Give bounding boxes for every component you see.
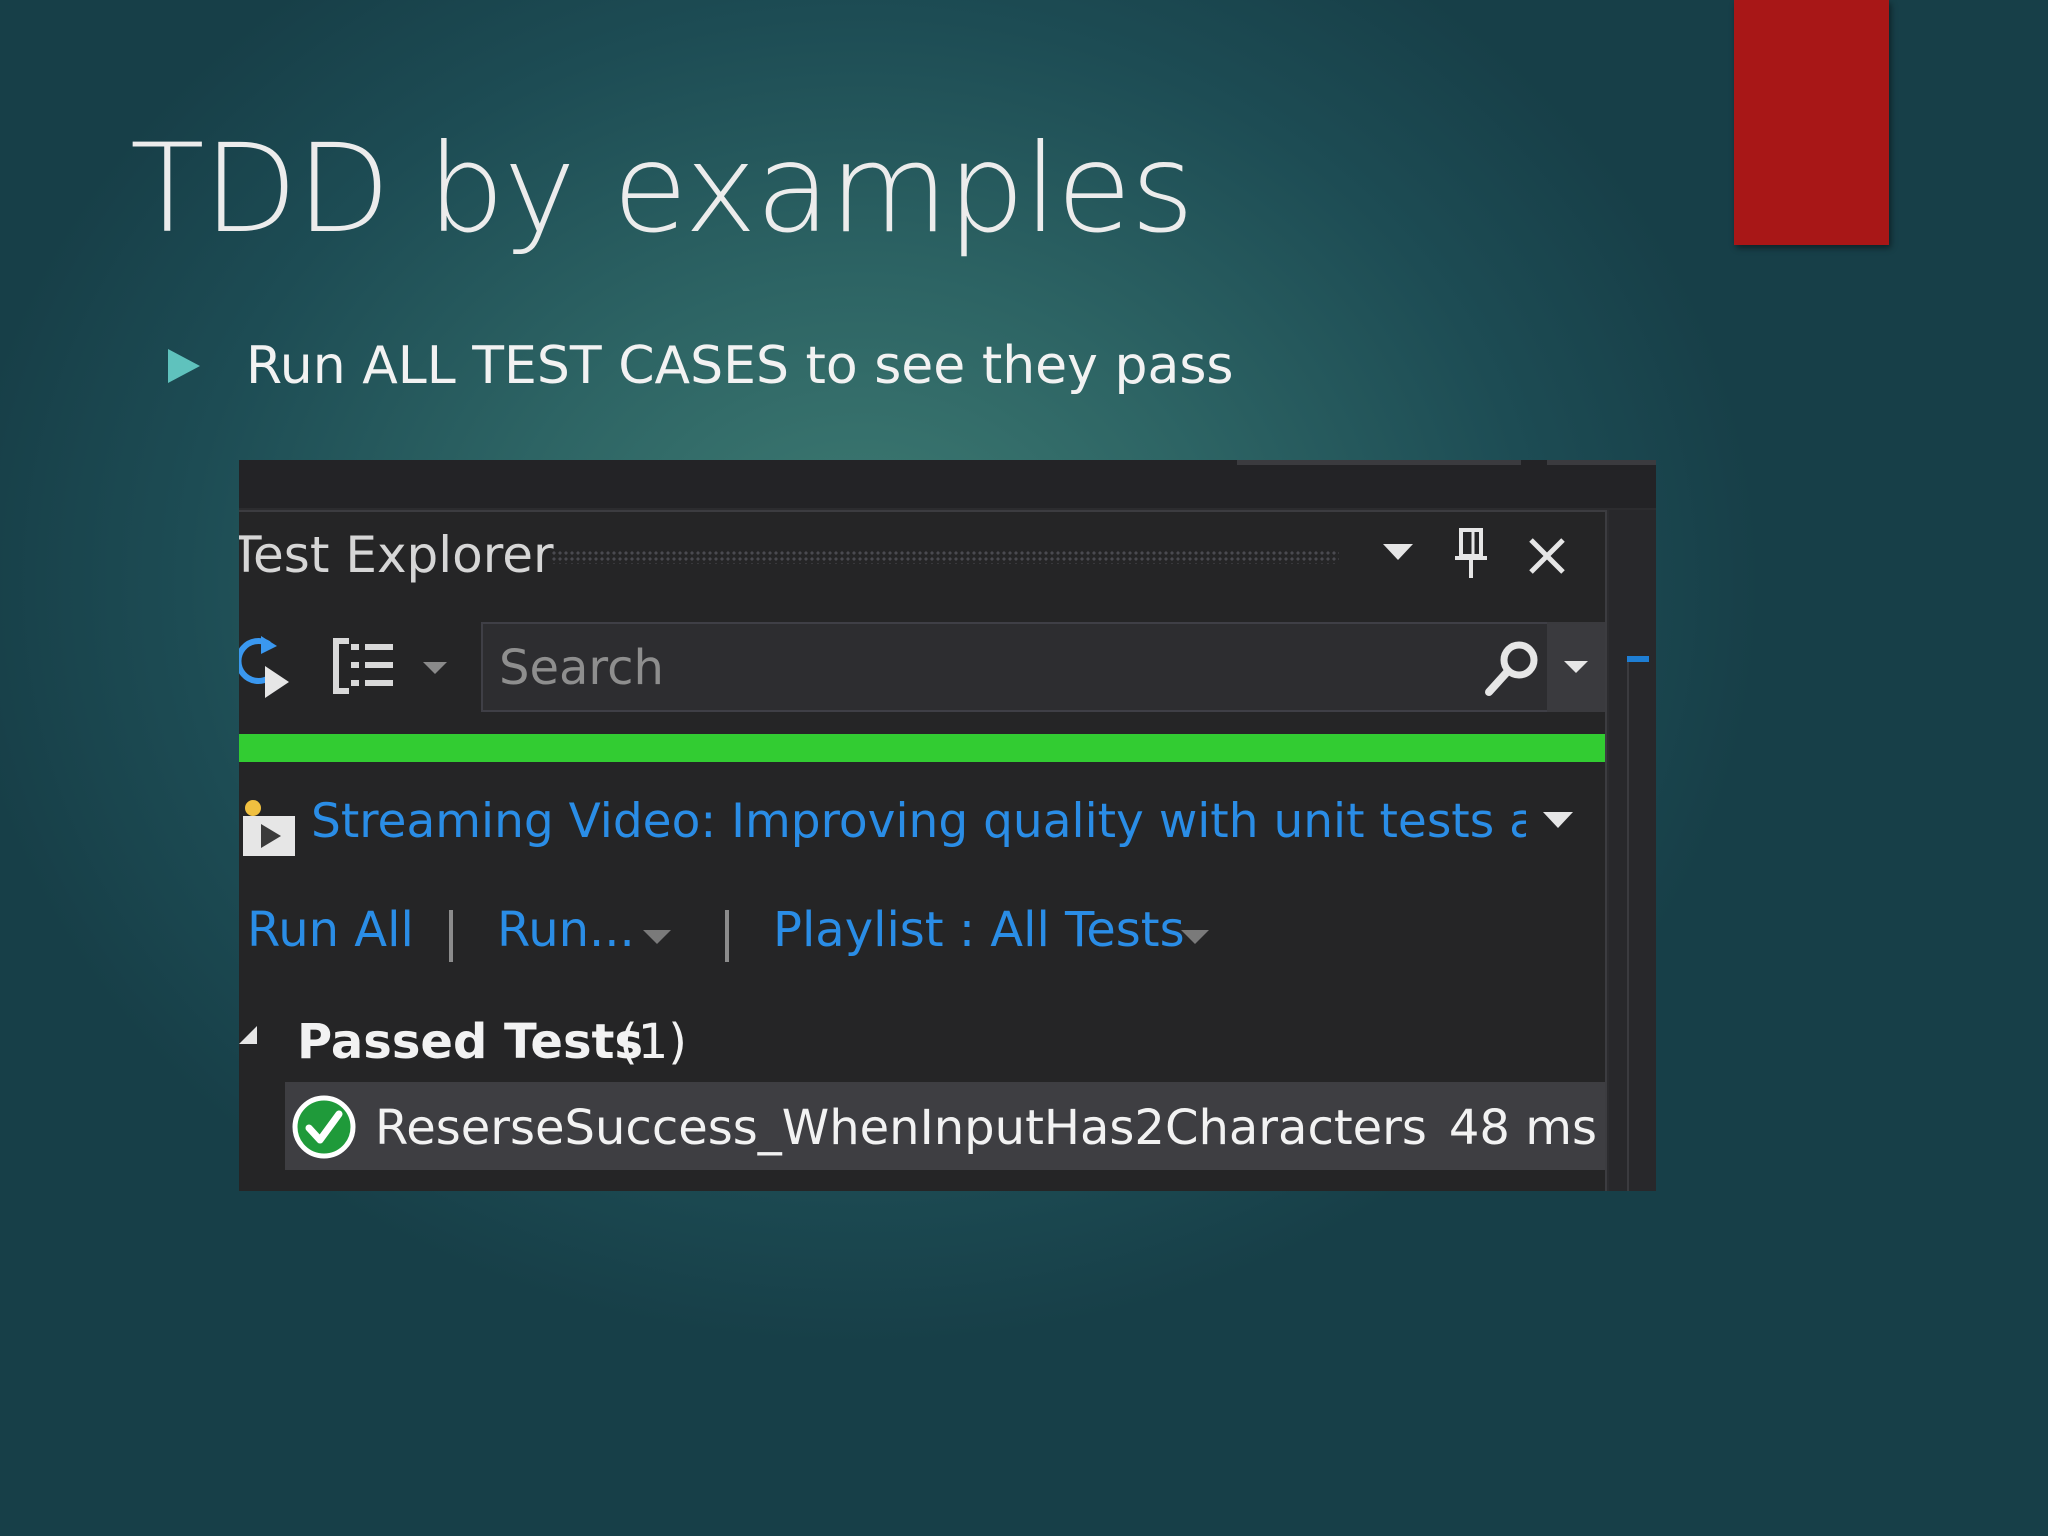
panel-title: Test Explorer [239, 526, 554, 584]
pin-icon[interactable] [1453, 528, 1489, 580]
video-icon [243, 800, 295, 856]
search-options-dropdown[interactable] [1547, 622, 1605, 712]
panel-titlebar: Test Explorer [239, 512, 1605, 592]
run-all-button[interactable]: Run All [247, 902, 414, 958]
chevron-down-icon[interactable] [1541, 810, 1575, 830]
group-by-icon[interactable] [329, 634, 399, 698]
video-link[interactable]: Streaming Video: Improving quality with … [311, 794, 1526, 849]
command-row: Run All Run... Playlist : All Tests [239, 890, 1605, 970]
bullet-text: Run ALL TEST CASES to see they pass [246, 336, 1234, 396]
test-name: ReserseSuccess_WhenInputHas2Characters [375, 1100, 1427, 1156]
panel-toolbar [239, 622, 1605, 718]
expander-icon[interactable] [239, 1026, 257, 1044]
run-progress-fill [239, 734, 1605, 762]
bullet-item: Run ALL TEST CASES to see they pass [168, 336, 1234, 396]
accent-bar [1734, 0, 1889, 245]
slide-title: TDD by examples [130, 118, 1194, 260]
side-strip [1609, 510, 1656, 1191]
search-box [481, 622, 1563, 712]
chevron-down-icon[interactable] [643, 930, 671, 944]
group-count: (1) [619, 1014, 687, 1070]
test-explorer-screenshot: Test Explorer Search Streaming Video: Im… [239, 460, 1656, 1191]
run-button[interactable]: Run... [497, 902, 635, 958]
bullet-arrow-icon [168, 349, 200, 383]
search-input[interactable] [497, 634, 1461, 702]
separator [725, 910, 729, 962]
test-duration: 48 ms [1448, 1100, 1597, 1156]
chevron-down-icon[interactable] [1381, 542, 1415, 562]
run-progress-bar [239, 734, 1605, 762]
search-icon[interactable] [1483, 638, 1541, 698]
group-by-dropdown-icon[interactable] [421, 660, 449, 676]
passed-check-icon [292, 1095, 356, 1159]
run-refresh-icon[interactable] [239, 634, 293, 700]
chevron-down-icon [1564, 661, 1588, 673]
test-explorer-panel: Test Explorer Search Streaming Video: Im… [239, 510, 1607, 1191]
chevron-down-icon[interactable] [1181, 930, 1209, 944]
passed-tests-group: Passed Tests (1) [239, 1008, 1605, 1078]
drag-grip[interactable] [551, 550, 1339, 564]
top-strip [239, 460, 1656, 508]
video-link-row: Streaming Video: Improving quality with … [239, 786, 1605, 866]
separator [449, 910, 453, 962]
playlist-button[interactable]: Playlist : All Tests [773, 902, 1185, 958]
test-row[interactable]: ReserseSuccess_WhenInputHas2Characters 4… [285, 1082, 1605, 1170]
group-label: Passed Tests [297, 1014, 644, 1070]
close-icon[interactable] [1527, 536, 1567, 576]
